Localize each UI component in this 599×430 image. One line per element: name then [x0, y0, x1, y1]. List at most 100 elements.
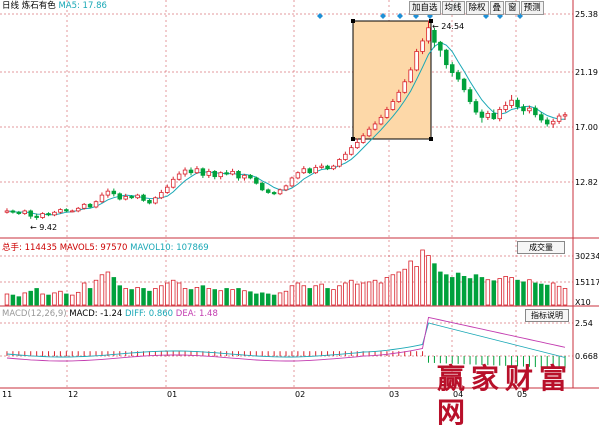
candle-body [307, 168, 312, 174]
date-label-12: 12 [68, 390, 79, 399]
candle [159, 189, 164, 200]
volume-bar [337, 285, 342, 306]
candle-body [402, 81, 407, 93]
candle-body [75, 207, 81, 212]
volume-panel-button[interactable]: 成交量 [517, 241, 565, 254]
macd-value: MACD: -1.24 [69, 309, 123, 319]
window-button[interactable]: 窗 [505, 1, 520, 15]
candle-body [539, 114, 544, 121]
volume-bar [135, 286, 140, 306]
volume-bar [289, 285, 295, 306]
date-label-03: 03 [389, 390, 400, 399]
candle-body [58, 209, 63, 213]
candle [467, 87, 473, 105]
volume-bar [224, 288, 229, 306]
overlay-button[interactable]: 叠 [489, 1, 505, 15]
volume-bar [159, 285, 164, 306]
candle-body [64, 209, 69, 212]
volume-bar [129, 289, 134, 306]
volume-axis-label: 30234 [575, 252, 599, 261]
candle-body [544, 119, 550, 125]
moving-average-button[interactable]: 均线 [441, 1, 465, 15]
candle-body [4, 210, 10, 213]
candle-body [390, 101, 396, 110]
candle-body [200, 168, 206, 176]
candle [408, 67, 413, 84]
candle-body [194, 168, 200, 174]
candle [10, 209, 16, 214]
volume-bar [527, 279, 532, 306]
toolbar: 加自选 均线 除权 叠 窗 预测 [409, 1, 544, 15]
candle-body [325, 165, 330, 170]
volume-bar [438, 271, 443, 306]
volume-bar [414, 266, 419, 306]
candle [337, 158, 342, 168]
volume-bar [40, 293, 45, 306]
candle-body [99, 194, 105, 203]
candle [550, 118, 556, 128]
chart-header: 日线 炼石有色 MA5: 17.86 [2, 0, 107, 12]
candle [70, 209, 75, 213]
ex-rights-button[interactable]: 除权 [465, 1, 489, 15]
candle-body [289, 177, 295, 187]
volume-bar [372, 279, 378, 306]
indicator-help-button[interactable]: 指标说明 [525, 309, 569, 322]
highlight-handle [351, 137, 355, 141]
candle-body [396, 91, 402, 102]
forecast-button[interactable]: 预测 [520, 1, 544, 15]
candle [40, 212, 45, 219]
macd-axis-label: 0.668 [575, 352, 598, 361]
candle [556, 113, 562, 124]
candle-body [81, 203, 87, 209]
volume-bar [533, 282, 538, 306]
candle [271, 191, 277, 196]
candle [283, 184, 289, 192]
volume-bar [343, 282, 348, 306]
volume-bar [485, 279, 491, 306]
candle-body [420, 40, 425, 52]
candle [93, 200, 99, 209]
price-axis-label: 12.82 [575, 178, 598, 187]
volume-bar [461, 275, 467, 306]
candle [141, 193, 146, 202]
volume-bar [366, 281, 372, 306]
volume-bar [260, 292, 265, 306]
candle-body [355, 141, 360, 149]
candle-body [34, 215, 39, 218]
price-axis-label: 21.19 [575, 68, 598, 77]
price-axis-label: 17.00 [575, 123, 598, 132]
volume-bar [544, 284, 550, 306]
candle-body [28, 210, 33, 217]
volume-bar [188, 289, 194, 306]
candle-body [349, 147, 354, 155]
volume-bar [479, 277, 485, 306]
volume-bar [396, 271, 402, 306]
candle-body [378, 116, 384, 125]
candle-body [176, 173, 182, 180]
candle-body [343, 153, 348, 160]
candle-body [319, 165, 324, 168]
price-axis-label: 25.38 [575, 10, 598, 19]
candle-body [527, 107, 532, 112]
volume-bar [123, 288, 128, 306]
candle-body [218, 172, 223, 178]
volume-bar [509, 277, 514, 306]
candle [224, 170, 229, 176]
candle-body [206, 170, 212, 176]
diff-value: DIFF: 0.860 [125, 309, 174, 319]
candle-body [135, 194, 140, 199]
stock-chart[interactable]: 25.38 21.19 17.00 12.82 ← 24.54 ← 9.42 30234 15… [0, 0, 599, 400]
candle [218, 171, 223, 180]
candle-body [230, 170, 235, 175]
candle-body [503, 105, 508, 110]
candle-body [248, 174, 253, 179]
candle [544, 117, 550, 127]
candle-body [461, 78, 467, 91]
add-watchlist-button[interactable]: 加自选 [409, 1, 441, 15]
candle-body [46, 213, 51, 216]
volume-bar [81, 282, 87, 306]
candle-body [313, 167, 318, 174]
macd-title: MACD(12,26,9) [2, 309, 67, 319]
candle-body [426, 27, 431, 42]
stock-name: 炼石有色 [21, 1, 56, 11]
